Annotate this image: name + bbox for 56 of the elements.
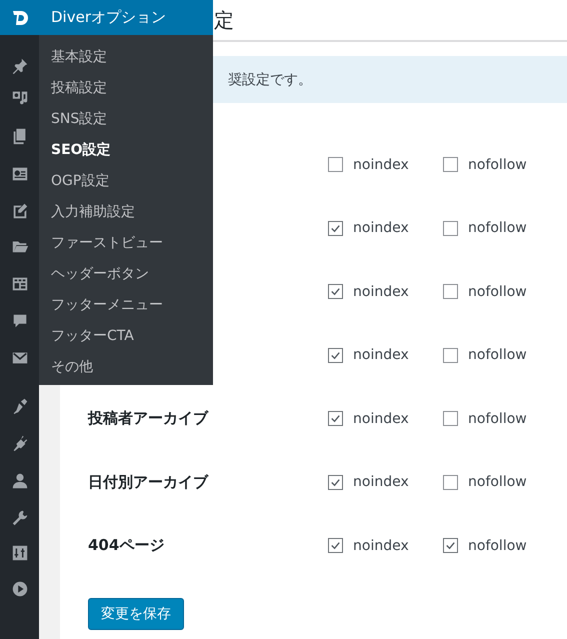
menu-title[interactable]: Diverオプション [39,0,213,35]
checkbox[interactable] [443,220,458,236]
checkbox[interactable] [328,474,343,490]
pages-icon[interactable] [10,127,28,145]
checkbox-label[interactable]: nofollow [468,156,527,173]
checkbox[interactable] [328,348,343,363]
menu-item[interactable]: SEO設定 [39,134,213,165]
notice-text: 奨設定です。 [228,70,312,88]
checkbox-label[interactable]: noindex [353,284,409,300]
checkbox-label[interactable]: nofollow [468,284,527,300]
edit-icon[interactable] [10,202,28,220]
checkbox[interactable] [443,538,458,554]
grid-icon[interactable] [10,275,28,293]
menu-item[interactable]: ファーストビュー [39,227,213,258]
setting-label: 404ページ [88,536,164,554]
page-title: 定 [214,10,234,30]
wrench-icon[interactable] [10,509,28,527]
menu-item[interactable]: フッターメニュー [39,289,213,320]
checkbox[interactable] [443,348,458,363]
save-button[interactable]: 変更を保存 [88,598,184,630]
menu-item[interactable]: 基本設定 [39,41,213,72]
menu-item[interactable]: ヘッダーボタン [39,258,213,289]
checkbox[interactable] [443,284,458,300]
checkbox-label[interactable]: noindex [353,347,409,364]
menu-item[interactable]: SNS設定 [39,103,213,134]
checkbox-label[interactable]: nofollow [468,538,527,554]
checkbox[interactable] [328,538,343,554]
checkbox[interactable] [328,284,343,300]
checkbox-label[interactable]: nofollow [468,347,527,364]
checkbox-label[interactable]: nofollow [468,410,527,427]
checkbox[interactable] [328,411,343,426]
checkbox-label[interactable]: noindex [353,156,409,173]
checkbox-label[interactable]: nofollow [468,220,527,236]
checkbox-label[interactable]: noindex [353,538,409,554]
play-icon[interactable] [10,580,28,598]
setting-label: 投稿者アーカイブ [88,409,208,428]
screen-icon[interactable] [10,165,28,183]
comment-icon[interactable] [10,312,28,330]
pin-icon[interactable] [10,57,28,75]
menu-item[interactable]: フッターCTA [39,320,213,351]
menu-item[interactable]: その他 [39,351,213,382]
menu-item[interactable]: 投稿設定 [39,72,213,103]
checkbox[interactable] [443,157,458,172]
checkbox[interactable] [328,157,343,172]
checkbox-label[interactable]: noindex [353,410,409,427]
checkbox[interactable] [443,411,458,426]
checkbox-label[interactable]: noindex [353,474,409,490]
menu-item[interactable]: OGP設定 [39,165,213,196]
checkbox[interactable] [443,474,458,490]
user-icon[interactable] [10,472,28,490]
checkbox-label[interactable]: nofollow [468,474,527,490]
sliders-icon[interactable] [10,544,28,562]
menu-item[interactable]: 入力補助設定 [39,196,213,227]
checkbox[interactable] [328,220,343,236]
checkbox-label[interactable]: noindex [353,220,409,236]
setting-label: 日付別アーカイブ [88,472,208,491]
